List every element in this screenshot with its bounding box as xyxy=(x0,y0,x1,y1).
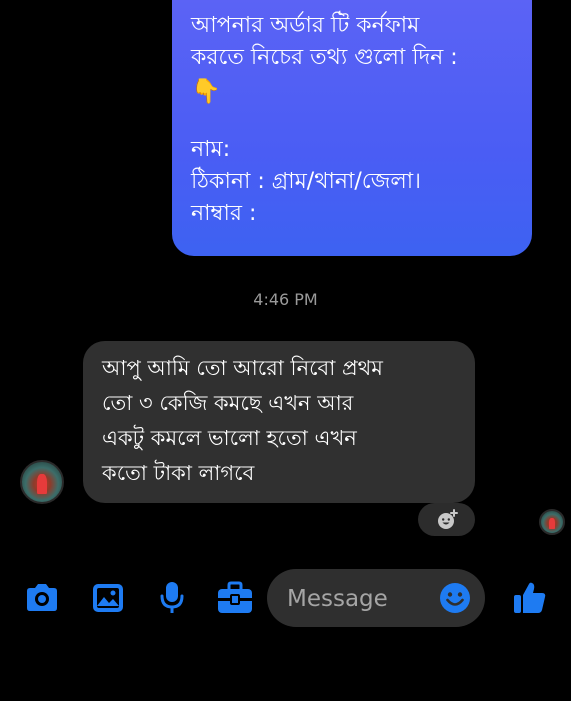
message-line-gap xyxy=(191,108,514,134)
emoji-icon[interactable] xyxy=(439,582,471,614)
outgoing-message-line: করতে নিচের তথ্য গুলো দিন : xyxy=(191,45,458,70)
outgoing-message-line: নাম: xyxy=(191,137,231,162)
incoming-message-bubble[interactable]: আপু আমি তো আরো নিবো প্রথম তো ৩ কেজি কমছে… xyxy=(83,341,475,503)
avatar-figure xyxy=(549,517,555,529)
outgoing-message-line: নাম্বার : xyxy=(191,201,257,226)
add-reaction-icon xyxy=(437,508,458,529)
gallery-icon xyxy=(93,584,123,612)
camera-icon xyxy=(27,584,57,611)
gallery-button[interactable] xyxy=(88,578,128,618)
seen-avatar xyxy=(539,509,565,535)
incoming-message-line: একটু কমলে ভালো হতো এখন xyxy=(102,426,357,450)
message-composer xyxy=(0,566,571,629)
message-input[interactable] xyxy=(285,569,439,629)
contact-avatar[interactable] xyxy=(20,460,64,504)
voice-message-button[interactable] xyxy=(152,578,192,618)
camera-button[interactable] xyxy=(22,578,62,618)
outgoing-message-bubble[interactable]: আপনার অর্ডার টি কর্নফাম করতে নিচের তথ্য … xyxy=(172,0,532,256)
outgoing-message-line: আপনার অর্ডার টি কর্নফাম xyxy=(191,13,420,38)
outgoing-message-line: ঠিকানা : গ্রাম/থানা/জেলা। xyxy=(191,169,422,194)
apps-button[interactable] xyxy=(215,578,255,618)
like-button[interactable] xyxy=(510,578,550,618)
incoming-message-line: আপু আমি তো আরো নিবো প্রথম xyxy=(102,356,383,380)
add-reaction-button[interactable] xyxy=(418,503,475,536)
message-timestamp: 4:46 PM xyxy=(253,290,318,309)
avatar-figure xyxy=(37,474,47,494)
microphone-icon xyxy=(160,582,184,613)
pointing-down-emoji: 👇 xyxy=(191,77,221,105)
incoming-message-line: কতো টাকা লাগবে xyxy=(102,461,255,485)
incoming-message-line: তো ৩ কেজি কমছে এখন আর xyxy=(102,391,354,415)
message-input-field[interactable] xyxy=(267,569,485,629)
briefcase-icon xyxy=(218,581,252,613)
thumbs-up-icon xyxy=(514,582,546,613)
